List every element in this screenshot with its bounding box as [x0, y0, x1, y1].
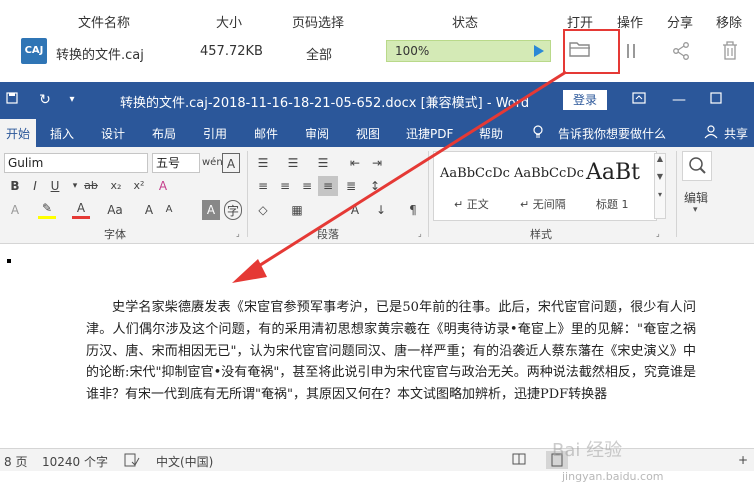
status-language[interactable]: 中文(中国): [156, 453, 213, 470]
red-arrow-annotation: [232, 70, 567, 283]
status-word-count[interactable]: 10240 个字: [42, 453, 108, 470]
watermark-logo: Bai 经验: [552, 440, 623, 461]
status-bar: 8 页 10240 个字 中文(中国) +: [0, 448, 754, 471]
read-mode-icon[interactable]: [512, 453, 526, 468]
zoom-plus-icon[interactable]: +: [738, 453, 748, 467]
proofing-icon[interactable]: [124, 453, 140, 470]
watermark-url: jingyan.baidu.com: [562, 470, 664, 483]
status-page-count[interactable]: 8 页: [4, 453, 27, 470]
